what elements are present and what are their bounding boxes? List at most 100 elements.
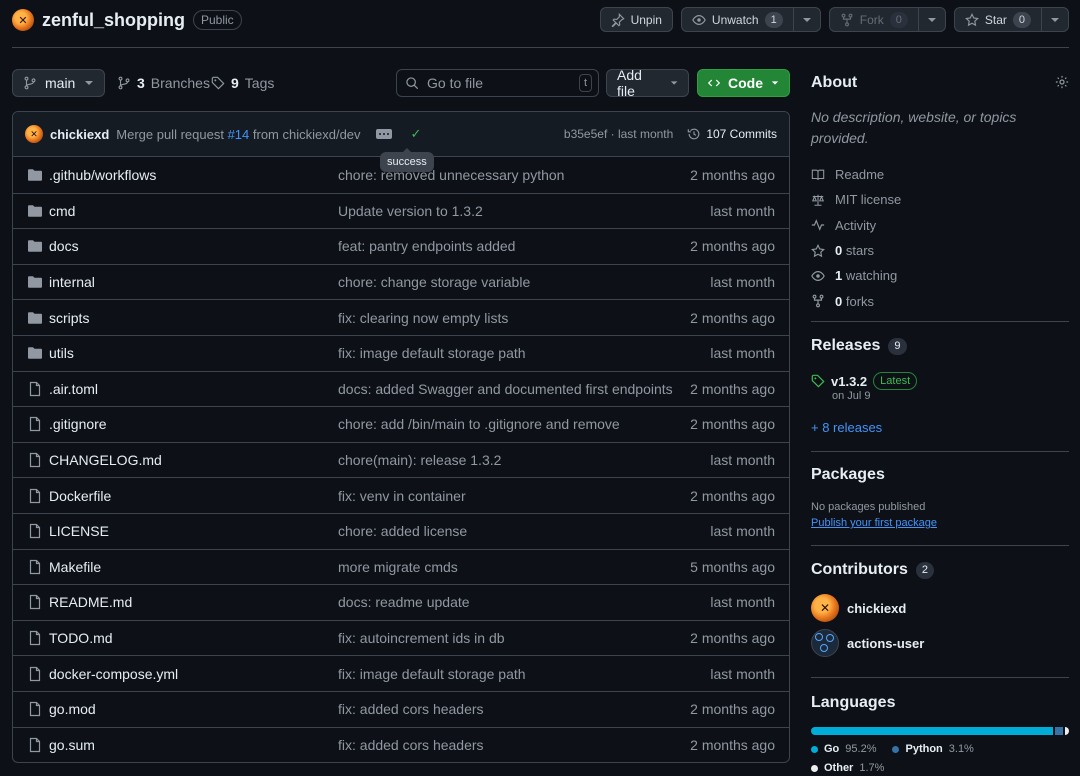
file-commit-message[interactable]: fix: venv in container (338, 488, 466, 504)
file-row[interactable]: Makefile more migrate cmds 5 months ago (13, 548, 789, 585)
commit-message[interactable]: Merge pull request #14 from chickiexd/de… (116, 127, 360, 142)
file-name[interactable]: docs (49, 238, 79, 254)
repo-name[interactable]: zenful_shopping (42, 10, 185, 31)
latest-release[interactable]: v1.3.2 Latest (811, 372, 918, 390)
contributors-heading[interactable]: Contributors 2 (811, 561, 934, 579)
file-commit-message[interactable]: chore: removed unnecessary python (338, 167, 564, 183)
file-commit-message[interactable]: fix: image default storage path (338, 345, 526, 361)
file-commit-time: 2 months ago (690, 166, 775, 183)
file-commit-message[interactable]: chore: change storage variable (338, 274, 530, 290)
star-dropdown-button[interactable] (1042, 7, 1069, 32)
add-file-button[interactable]: Add file (606, 67, 689, 99)
file-row[interactable]: TODO.md fix: autoincrement ids in db 2 mon… (13, 619, 789, 656)
commit-author[interactable]: chickiexd (50, 127, 109, 142)
file-commit-message[interactable]: docs: added Swagger and documented first… (338, 381, 673, 397)
fork-dropdown-button[interactable] (918, 7, 946, 32)
about-item-pulse[interactable]: Activity (811, 213, 901, 238)
file-row[interactable]: .air.toml docs: added Swagger and documen… (13, 370, 789, 407)
file-name[interactable]: CHANGELOG.md (49, 452, 162, 468)
unwatch-button[interactable]: Unwatch 1 (680, 7, 794, 32)
file-row[interactable]: utils fix: image default storage path last… (13, 334, 789, 371)
releases-title: Releases (811, 337, 881, 354)
file-commit-message[interactable]: fix: added cors headers (338, 737, 484, 753)
file-commit-message[interactable]: more migrate cmds (338, 559, 458, 575)
about-item-fork[interactable]: 0 forks (811, 288, 901, 313)
about-item-book[interactable]: Readme (811, 162, 901, 187)
file-name[interactable]: docker-compose.yml (49, 666, 178, 682)
file-name[interactable]: cmd (49, 203, 75, 219)
code-button[interactable]: Code (697, 69, 790, 97)
file-name[interactable]: .github/workflows (49, 167, 156, 183)
tags-count: 9 (231, 75, 239, 91)
file-commit-message[interactable]: chore: added license (338, 523, 467, 539)
check-icon[interactable]: ✓ (411, 126, 422, 142)
language-other[interactable]: Other 1.7% (811, 762, 884, 774)
file-name[interactable]: utils (49, 345, 74, 361)
file-name[interactable]: LICENSE (49, 523, 109, 539)
file-commit-message[interactable]: fix: clearing now empty lists (338, 310, 508, 326)
file-list: .github/workflows chore: removed unnecess… (13, 157, 789, 762)
file-commit-message[interactable]: fix: added cors headers (338, 701, 484, 717)
about-item-eye[interactable]: 1 watching (811, 263, 901, 288)
file-name[interactable]: Dockerfile (49, 488, 111, 504)
file-commit-message[interactable]: chore: add /bin/main to .gitignore and r… (338, 416, 620, 432)
file-row[interactable]: internal chore: change storage variable la… (13, 263, 789, 300)
file-commit-message[interactable]: chore(main): release 1.3.2 (338, 452, 501, 468)
about-item-star[interactable]: 0 stars (811, 238, 901, 263)
more-releases-link[interactable]: + 8 releases (811, 420, 882, 435)
file-row[interactable]: go.sum fix: added cors headers 2 months ag… (13, 726, 789, 763)
file-name[interactable]: .air.toml (49, 381, 98, 397)
publish-package-link[interactable]: Publish your first package (811, 517, 937, 529)
file-name[interactable]: go.mod (49, 701, 96, 717)
file-row[interactable]: cmd Update version to 1.3.2 last month (13, 192, 789, 229)
file-name[interactable]: Makefile (49, 559, 101, 575)
file-row[interactable]: CHANGELOG.md chore(main): release 1.3.2 la… (13, 441, 789, 478)
contributor-item[interactable]: ✕ chickiexd (811, 594, 906, 622)
file-commit-message[interactable]: fix: image default storage path (338, 666, 526, 682)
fork-button[interactable]: Fork 0 (828, 7, 919, 32)
language-dot (811, 745, 818, 753)
packages-heading[interactable]: Packages (811, 466, 885, 484)
commit-details-toggle[interactable] (375, 129, 392, 139)
file-name[interactable]: scripts (49, 310, 89, 326)
star-button[interactable]: Star 0 (953, 7, 1042, 32)
file-row[interactable]: README.md docs: readme update last month (13, 584, 789, 620)
commits-link[interactable]: 107 Commits (687, 127, 777, 141)
file-name[interactable]: README.md (49, 594, 132, 610)
contributor-item[interactable]: actions-user (811, 629, 924, 657)
watch-dropdown-button[interactable] (793, 7, 821, 32)
go-to-file-input[interactable]: Go to file t (396, 69, 599, 97)
tags-link[interactable]: 9 Tags (211, 69, 274, 97)
file-row[interactable]: Dockerfile fix: venv in container 2 months… (13, 477, 789, 513)
contributor-name: chickiexd (847, 600, 907, 616)
branches-link[interactable]: 3 Branches (117, 69, 210, 97)
file-row[interactable]: LICENSE chore: added license last month (13, 512, 789, 549)
file-name[interactable]: go.sum (49, 737, 95, 753)
file-commit-message[interactable]: docs: readme update (338, 594, 470, 610)
language-go[interactable]: Go 95.2% (811, 743, 876, 755)
file-commit-message[interactable]: feat: pantry endpoints added (338, 238, 515, 254)
unpin-button[interactable]: Unpin (599, 7, 673, 32)
branch-selector[interactable]: main (12, 69, 105, 97)
branch-icon (24, 76, 36, 90)
go-to-file-placeholder: Go to file (427, 75, 484, 91)
file-name[interactable]: .gitignore (49, 416, 107, 432)
owner-avatar[interactable]: ✕ (12, 9, 34, 31)
language-python[interactable]: Python 3.1% (892, 743, 974, 755)
file-name[interactable]: internal (49, 274, 95, 290)
about-item-label: 0 stars (835, 243, 874, 258)
file-row[interactable]: docs feat: pantry endpoints added 2 months… (13, 228, 789, 264)
commit-hash-time[interactable]: b35e5ef · last month (564, 127, 673, 141)
file-row[interactable]: go.mod fix: added cors headers 2 months ag… (13, 690, 789, 727)
commit-author-avatar[interactable]: ✕ (25, 125, 43, 143)
releases-heading[interactable]: Releases 9 (811, 337, 907, 355)
commit-pr-link[interactable]: #14 (228, 127, 250, 142)
about-item-scale[interactable]: MIT license (811, 187, 901, 212)
file-name[interactable]: TODO.md (49, 630, 113, 646)
gear-icon[interactable] (1055, 75, 1069, 89)
file-commit-message[interactable]: Update version to 1.3.2 (338, 203, 483, 219)
file-row[interactable]: scripts fix: clearing now empty lists 2 mo… (13, 299, 789, 335)
file-commit-message[interactable]: fix: autoincrement ids in db (338, 630, 505, 646)
file-row[interactable]: .gitignore chore: add /bin/main to .gitig… (13, 406, 789, 442)
file-row[interactable]: docker-compose.yml fix: image default sto… (13, 655, 789, 691)
